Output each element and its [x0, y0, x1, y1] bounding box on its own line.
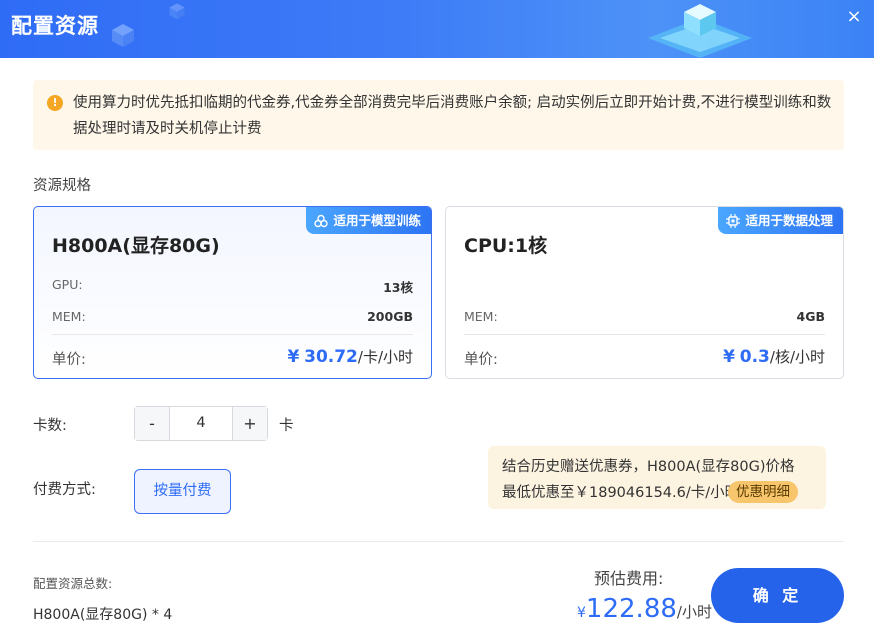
estimate-unit: /小时	[676, 603, 712, 621]
estimate-label: 预估费用:	[594, 569, 664, 588]
card-price: ¥ 30.72/卡/小时	[287, 346, 413, 367]
card-name: H800A(显存80G)	[52, 235, 220, 257]
price-unit: /核/小时	[769, 348, 825, 366]
mem-value: 4GB	[796, 309, 826, 324]
chip-icon	[726, 213, 741, 228]
promo-banner: 结合历史赠送优惠券，H800A(显存80G)价格 最低优惠至￥189046154…	[488, 446, 826, 509]
footer-divider	[33, 541, 844, 542]
warning-icon: !	[47, 95, 63, 111]
total-resources-value: H800A(显存80G) * 4	[33, 607, 173, 623]
chip-illustration-icon	[648, 4, 752, 58]
pay-as-you-go-option[interactable]: 按量付费	[134, 469, 231, 514]
total-resources-label: 配置资源总数:	[33, 576, 113, 591]
card-tag: 适用于数据处理	[718, 207, 843, 234]
quantity-value[interactable]: 4	[170, 407, 232, 440]
cube-decoration-icon	[169, 3, 185, 20]
increment-button[interactable]: +	[232, 407, 267, 440]
card-divider	[464, 334, 825, 335]
price-label: 单价:	[52, 352, 86, 368]
model-training-icon	[314, 214, 329, 227]
quantity-unit: 卡	[279, 418, 294, 434]
price-unit: /卡/小时	[357, 348, 413, 366]
discount-detail-button[interactable]: 优惠明细	[728, 481, 798, 503]
gpu-label: GPU:	[52, 277, 83, 292]
spec-section-label: 资源规格	[33, 178, 91, 194]
estimate-currency: ¥	[577, 605, 586, 621]
dialog-header: 配置资源 ×	[0, 0, 874, 58]
price-symbol: ¥	[723, 347, 735, 367]
card-name: CPU:1核	[464, 235, 548, 257]
estimate-price: ¥122.88/小时	[577, 594, 712, 624]
quantity-label: 卡数:	[33, 418, 67, 434]
close-icon[interactable]: ×	[844, 7, 864, 27]
dialog-title: 配置资源	[11, 14, 99, 38]
promo-line-1: 结合历史赠送优惠券，H800A(显存80G)价格	[502, 459, 795, 475]
promo-line-2: 最低优惠至￥189046154.6/卡/小时	[502, 485, 736, 501]
card-tag-label: 适用于数据处理	[745, 213, 833, 228]
mem-label: MEM:	[464, 309, 498, 324]
decrement-button[interactable]: -	[135, 407, 170, 440]
spec-card-cpu[interactable]: 适用于数据处理 CPU:1核 MEM: 4GB 单价: ¥ 0.3/核/小时	[445, 206, 844, 379]
mem-row: MEM: 200GB	[52, 309, 413, 324]
billing-notice: ! 使用算力时优先抵扣临期的代金券,代金券全部消费完毕后消费账户余额; 启动实例…	[33, 80, 844, 150]
cube-decoration-icon	[112, 24, 134, 47]
gpu-row: GPU: 13核	[52, 277, 413, 295]
mem-label: MEM:	[52, 309, 86, 324]
notice-text: 使用算力时优先抵扣临期的代金券,代金券全部消费完毕后消费账户余额; 启动实例后立…	[73, 95, 832, 137]
card-divider	[52, 334, 413, 335]
mem-row: MEM: 4GB	[464, 309, 825, 324]
gpu-value: 13核	[383, 280, 413, 295]
mem-value: 200GB	[367, 309, 413, 324]
payment-label: 付费方式:	[33, 482, 96, 498]
spec-card-h800a[interactable]: 适用于模型训练 H800A(显存80G) GPU: 13核 MEM: 200GB…	[33, 206, 432, 379]
quantity-stepper: - 4 +	[134, 406, 268, 441]
price-symbol: ¥	[287, 347, 300, 367]
estimate-value: 122.88	[585, 594, 677, 624]
price-value: 30.72	[304, 347, 358, 367]
card-tag: 适用于模型训练	[306, 207, 431, 234]
confirm-button[interactable]: 确 定	[711, 568, 844, 623]
card-tag-label: 适用于模型训练	[333, 213, 421, 228]
price-value: 0.3	[739, 347, 770, 367]
price-label: 单价:	[464, 352, 498, 368]
card-price: ¥ 0.3/核/小时	[723, 346, 825, 367]
